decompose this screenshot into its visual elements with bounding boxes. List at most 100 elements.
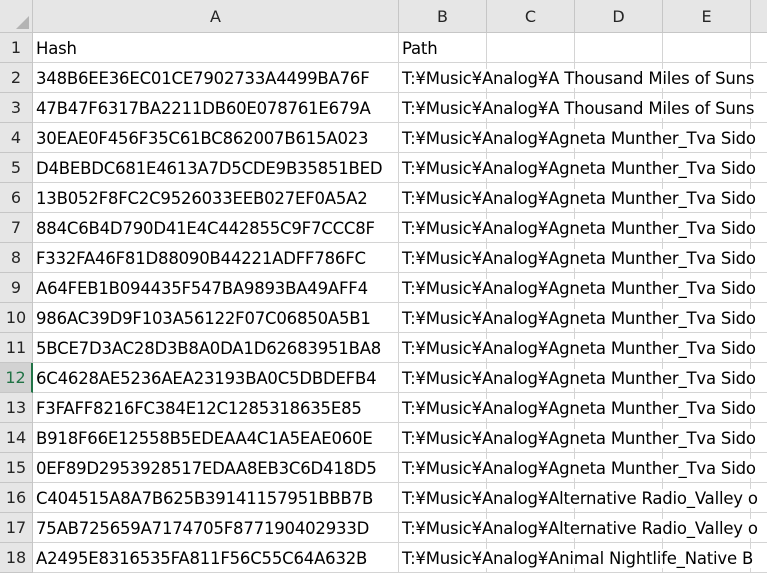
- grid-rows: 1 Hash Path 2 348B6EE36EC01CE7902733A449…: [0, 33, 767, 573]
- cell-d[interactable]: [575, 33, 663, 63]
- cell-path-text: T:¥Music¥Analog¥Agneta Munther_Tva Sido: [402, 338, 758, 358]
- column-header-f[interactable]: [751, 0, 767, 33]
- cell-path-text: T:¥Music¥Analog¥A Thousand Miles of Suns: [402, 98, 757, 118]
- cell-hash[interactable]: 0EF89D2953928517EDAA8EB3C6D418D5: [33, 453, 399, 483]
- cell-path[interactable]: T:¥Music¥Analog¥Agneta Munther_Tva Sido: [399, 303, 758, 333]
- column-header-d[interactable]: D: [575, 0, 663, 33]
- cell-hash[interactable]: Hash: [33, 33, 399, 63]
- select-all-button[interactable]: [0, 0, 33, 33]
- table-row: 3 47B47F6317BA2211DB60E078761E679A T:¥Mu…: [0, 93, 767, 123]
- cell-path[interactable]: T:¥Music¥Analog¥Agneta Munther_Tva Sido: [399, 273, 758, 303]
- table-row: 15 0EF89D2953928517EDAA8EB3C6D418D5 T:¥M…: [0, 453, 767, 483]
- table-row: 12 6C4628AE5236AEA23193BA0C5DBDEFB4 T:¥M…: [0, 363, 767, 393]
- cell-hash[interactable]: F3FAFF8216FC384E12C1285318635E85: [33, 393, 399, 423]
- row-header[interactable]: 16: [0, 483, 33, 513]
- cell-hash[interactable]: 986AC39D9F103A56122F07C06850A5B1: [33, 303, 399, 333]
- cell-path-text: T:¥Music¥Analog¥Agneta Munther_Tva Sido: [402, 248, 758, 268]
- cell-path[interactable]: T:¥Music¥Analog¥Agneta Munther_Tva Sido: [399, 123, 758, 153]
- cell-hash[interactable]: 884C6B4D790D41E4C442855C9F7CCC8F: [33, 213, 399, 243]
- table-row: 2 348B6EE36EC01CE7902733A4499BA76F T:¥Mu…: [0, 63, 767, 93]
- cell-hash[interactable]: A2495E8316535FA811F56C55C64A632B: [33, 543, 399, 573]
- row-header[interactable]: 1: [0, 33, 33, 63]
- cell-hash[interactable]: D4BEBDC681E4613A7D5CDE9B35851BED: [33, 153, 399, 183]
- table-row: 5 D4BEBDC681E4613A7D5CDE9B35851BED T:¥Mu…: [0, 153, 767, 183]
- row-header[interactable]: 13: [0, 393, 33, 423]
- cell-path[interactable]: T:¥Music¥Analog¥Animal Nightlife_Native …: [399, 543, 756, 573]
- cell-hash[interactable]: C404515A8A7B625B39141157951BBB7B: [33, 483, 399, 513]
- cell-path-text: T:¥Music¥Analog¥Agneta Munther_Tva Sido: [402, 188, 758, 208]
- table-row: 11 5BCE7D3AC28D3B8A0DA1D62683951BA8 T:¥M…: [0, 333, 767, 363]
- cell-hash[interactable]: B918F66E12558B5EDEAA4C1A5EAE060E: [33, 423, 399, 453]
- row-header[interactable]: 12: [0, 363, 33, 393]
- table-row: 18 A2495E8316535FA811F56C55C64A632B T:¥M…: [0, 543, 767, 573]
- row-header[interactable]: 8: [0, 243, 33, 273]
- cell-path[interactable]: T:¥Music¥Analog¥Agneta Munther_Tva Sido: [399, 453, 758, 483]
- column-header-b[interactable]: B: [399, 0, 487, 33]
- cell-path-text: T:¥Music¥Analog¥A Thousand Miles of Suns: [402, 68, 757, 88]
- row-header[interactable]: 5: [0, 153, 33, 183]
- cell-path-text: T:¥Music¥Analog¥Agneta Munther_Tva Sido: [402, 308, 758, 328]
- cell-path-text: Path: [402, 38, 440, 58]
- column-header-c[interactable]: C: [487, 0, 575, 33]
- cell-path-text: T:¥Music¥Analog¥Alternative Radio_Valley…: [402, 488, 760, 508]
- cell-path[interactable]: T:¥Music¥Analog¥A Thousand Miles of Suns: [399, 63, 757, 93]
- select-all-triangle-icon: [16, 16, 29, 29]
- cell-hash[interactable]: 75AB725659A7174705F877190402933D: [33, 513, 399, 543]
- cell-path[interactable]: T:¥Music¥Analog¥Agneta Munther_Tva Sido: [399, 213, 758, 243]
- cell-hash[interactable]: 47B47F6317BA2211DB60E078761E679A: [33, 93, 399, 123]
- cell-path-text: T:¥Music¥Analog¥Agneta Munther_Tva Sido: [402, 218, 758, 238]
- cell-path-text: T:¥Music¥Analog¥Agneta Munther_Tva Sido: [402, 158, 758, 178]
- cell-path[interactable]: T:¥Music¥Analog¥Agneta Munther_Tva Sido: [399, 423, 758, 453]
- spreadsheet-grid: A B C D E 1 Hash Path 2 348B6EE36EC01CE7…: [0, 0, 767, 579]
- table-row: 17 75AB725659A7174705F877190402933D T:¥M…: [0, 513, 767, 543]
- table-row: 7 884C6B4D790D41E4C442855C9F7CCC8F T:¥Mu…: [0, 213, 767, 243]
- cell-path-text: T:¥Music¥Analog¥Agneta Munther_Tva Sido: [402, 398, 758, 418]
- cell-path[interactable]: T:¥Music¥Analog¥Agneta Munther_Tva Sido: [399, 363, 758, 393]
- cell-hash[interactable]: 348B6EE36EC01CE7902733A4499BA76F: [33, 63, 399, 93]
- cell-hash[interactable]: 5BCE7D3AC28D3B8A0DA1D62683951BA8: [33, 333, 399, 363]
- row-header[interactable]: 7: [0, 213, 33, 243]
- cell-hash[interactable]: 13B052F8FC2C9526033EEB027EF0A5A2: [33, 183, 399, 213]
- cell-e[interactable]: [663, 33, 751, 63]
- table-row: 13 F3FAFF8216FC384E12C1285318635E85 T:¥M…: [0, 393, 767, 423]
- cell-path[interactable]: T:¥Music¥Analog¥Agneta Munther_Tva Sido: [399, 393, 758, 423]
- row-header[interactable]: 3: [0, 93, 33, 123]
- row-header[interactable]: 10: [0, 303, 33, 333]
- cell-path-text: T:¥Music¥Analog¥Animal Nightlife_Native …: [402, 548, 756, 568]
- cell-path[interactable]: Path: [399, 33, 487, 63]
- cell-hash[interactable]: F332FA46F81D88090B44221ADFF786FC: [33, 243, 399, 273]
- cell-path-text: T:¥Music¥Analog¥Agneta Munther_Tva Sido: [402, 368, 758, 388]
- column-header-e[interactable]: E: [663, 0, 751, 33]
- row-header[interactable]: 15: [0, 453, 33, 483]
- cell-path[interactable]: T:¥Music¥Analog¥Agneta Munther_Tva Sido: [399, 183, 758, 213]
- row-header[interactable]: 9: [0, 273, 33, 303]
- row-header[interactable]: 4: [0, 123, 33, 153]
- cell-path[interactable]: T:¥Music¥Analog¥Agneta Munther_Tva Sido: [399, 333, 758, 363]
- row-header[interactable]: 18: [0, 543, 33, 573]
- row-header[interactable]: 17: [0, 513, 33, 543]
- row-header[interactable]: 2: [0, 63, 33, 93]
- cell-path-text: T:¥Music¥Analog¥Agneta Munther_Tva Sido: [402, 428, 758, 448]
- cell-f[interactable]: [751, 33, 767, 63]
- cell-c[interactable]: [487, 33, 575, 63]
- cell-path[interactable]: T:¥Music¥Analog¥Agneta Munther_Tva Sido: [399, 243, 758, 273]
- table-row: 16 C404515A8A7B625B39141157951BBB7B T:¥M…: [0, 483, 767, 513]
- cell-path[interactable]: T:¥Music¥Analog¥Agneta Munther_Tva Sido: [399, 153, 758, 183]
- grid-viewport: A B C D E 1 Hash Path 2 348B6EE36EC01CE7…: [0, 0, 767, 579]
- cell-path[interactable]: T:¥Music¥Analog¥Alternative Radio_Valley…: [399, 513, 760, 543]
- cell-path[interactable]: T:¥Music¥Analog¥A Thousand Miles of Suns: [399, 93, 757, 123]
- row-header[interactable]: 11: [0, 333, 33, 363]
- row-header[interactable]: 14: [0, 423, 33, 453]
- cell-path-text: T:¥Music¥Analog¥Agneta Munther_Tva Sido: [402, 128, 758, 148]
- cell-hash[interactable]: A64FEB1B094435F547BA9893BA49AFF4: [33, 273, 399, 303]
- table-row: 14 B918F66E12558B5EDEAA4C1A5EAE060E T:¥M…: [0, 423, 767, 453]
- table-row: 9 A64FEB1B094435F547BA9893BA49AFF4 T:¥Mu…: [0, 273, 767, 303]
- column-header-a[interactable]: A: [33, 0, 399, 33]
- row-header[interactable]: 6: [0, 183, 33, 213]
- cell-path[interactable]: T:¥Music¥Analog¥Alternative Radio_Valley…: [399, 483, 760, 513]
- cell-hash[interactable]: 30EAE0F456F35C61BC862007B615A023: [33, 123, 399, 153]
- table-row: 8 F332FA46F81D88090B44221ADFF786FC T:¥Mu…: [0, 243, 767, 273]
- cell-hash[interactable]: 6C4628AE5236AEA23193BA0C5DBDEFB4: [33, 363, 399, 393]
- table-row: 1 Hash Path: [0, 33, 767, 63]
- table-row: 10 986AC39D9F103A56122F07C06850A5B1 T:¥M…: [0, 303, 767, 333]
